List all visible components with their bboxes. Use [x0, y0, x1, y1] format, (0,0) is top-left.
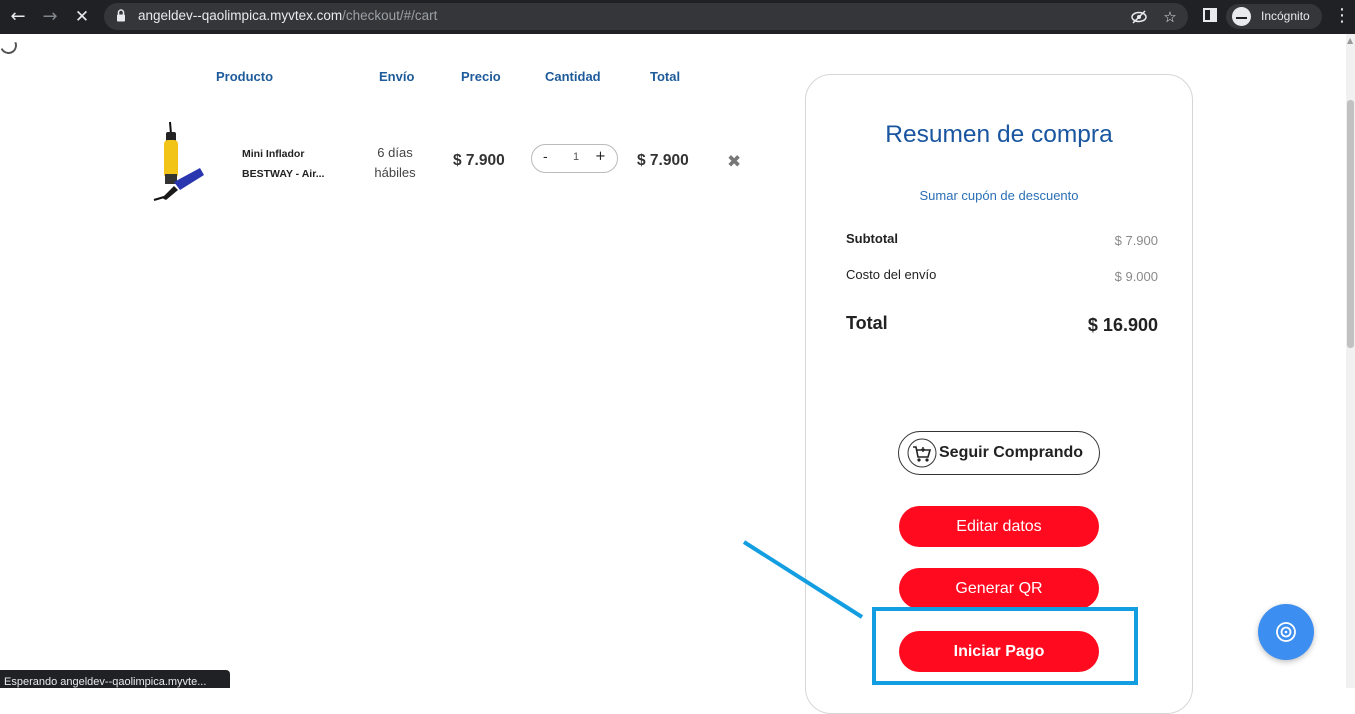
quantity-input[interactable]: 1 [571, 151, 581, 163]
forward-icon[interactable]: → [38, 6, 62, 28]
status-text: Esperando angeldev--qaolimpica.myvte... [4, 676, 207, 688]
header-producto: Producto [216, 69, 274, 84]
annotation-highlight-box [872, 607, 1138, 685]
subtotal-value: $ 7.900 [1114, 233, 1158, 248]
remove-icon[interactable]: ✖ [727, 152, 741, 172]
decrease-quantity-button[interactable]: - [543, 150, 548, 165]
shipping-estimate-line1: 6 días [377, 145, 413, 160]
side-panel-icon[interactable] [1203, 8, 1217, 22]
edit-data-button[interactable]: Editar datos [899, 506, 1099, 547]
profile-label: Incógnito [1261, 9, 1310, 23]
item-total: $ 7.900 [637, 152, 689, 169]
shipping-estimate-line2: hábiles [374, 165, 416, 180]
floating-chat-button[interactable] [1258, 604, 1314, 660]
increase-quantity-button[interactable]: + [595, 149, 606, 164]
subtotal-label: Subtotal [846, 231, 898, 246]
profile-button[interactable]: Incógnito [1226, 4, 1322, 29]
item-price: $ 7.900 [453, 152, 505, 169]
product-name-line2: BESTWAY - Air... [242, 168, 325, 180]
shipping-value: $ 9.000 [1114, 269, 1158, 284]
continue-shopping-label: Seguir Comprando [939, 444, 1084, 461]
continue-shopping-button[interactable]: Seguir Comprando [898, 431, 1100, 475]
back-icon[interactable]: ← [6, 6, 30, 28]
menu-icon[interactable]: ⋮ [1333, 5, 1351, 27]
shipping-label: Costo del envío [846, 267, 937, 282]
summary-title: Resumen de compra [885, 121, 1113, 148]
header-cantidad: Cantidad [545, 69, 601, 84]
url-path: /checkout/#/cart [342, 8, 438, 23]
header-precio: Precio [461, 69, 501, 84]
cart-icon [907, 438, 937, 468]
star-icon[interactable]: ☆ [1161, 8, 1179, 26]
header-envio: Envío [379, 69, 415, 84]
quantity-stepper: - 1 + [531, 144, 618, 173]
status-bar: Esperando angeldev--qaolimpica.myvte... [0, 670, 230, 688]
total-value: $ 16.900 [1087, 315, 1158, 335]
browser-toolbar: ← → ✕ angeldev--qaolimpica.myvtex.com/ch… [0, 0, 1355, 34]
product-name[interactable]: Mini Inflador BESTWAY - Air... [242, 144, 324, 184]
stop-icon[interactable]: ✕ [70, 6, 94, 28]
incognito-icon [1232, 7, 1251, 26]
eye-off-icon[interactable] [1130, 8, 1148, 26]
total-label: Total [846, 313, 888, 333]
address-bar[interactable]: angeldev--qaolimpica.myvtex.com/checkout… [104, 3, 1188, 30]
product-image[interactable] [150, 120, 206, 204]
coupon-link[interactable]: Sumar cupón de descuento [806, 188, 1192, 203]
header-total: Total [650, 69, 681, 84]
product-name-line1: Mini Inflador [242, 148, 305, 160]
loading-spinner [0, 34, 20, 57]
url-text: angeldev--qaolimpica.myvtex.com/checkout… [138, 8, 437, 23]
shipping-estimate: 6 días hábiles [366, 143, 424, 183]
scrollbar-thumb[interactable] [1347, 100, 1354, 348]
generate-qr-button[interactable]: Generar QR [899, 568, 1099, 609]
fab-icon [1276, 622, 1296, 642]
lock-icon [117, 9, 125, 22]
scroll-up-icon[interactable]: ▲ [1347, 36, 1353, 45]
url-host: angeldev--qaolimpica.myvtex.com [138, 8, 343, 23]
